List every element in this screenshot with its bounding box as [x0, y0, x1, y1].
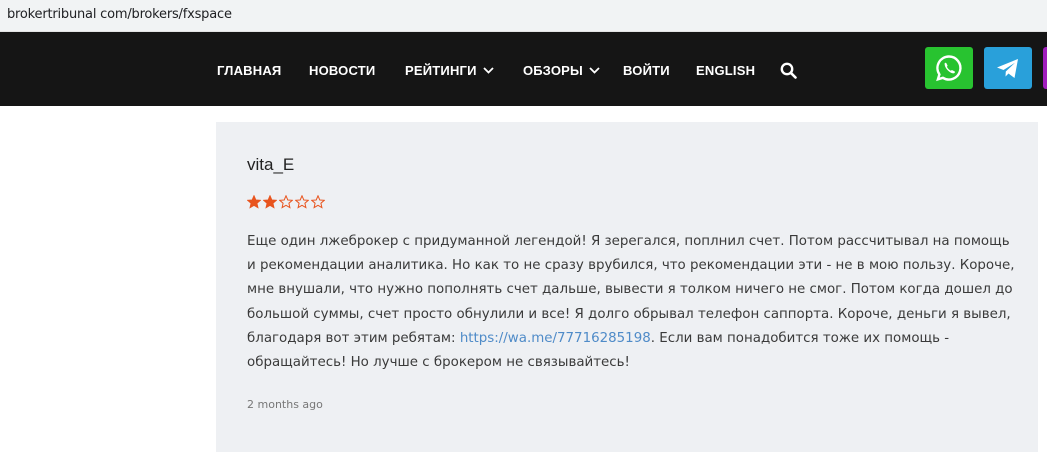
nav-item-home[interactable]: ГЛАВНАЯ [217, 63, 281, 79]
review-link[interactable]: https://wa.me/77716285198 [460, 331, 651, 346]
search-button[interactable] [780, 62, 797, 84]
nav-item-ratings[interactable]: РЕЙТИНГИ [405, 63, 494, 79]
search-icon [780, 62, 797, 79]
review-timestamp: 2 months ago [247, 398, 323, 411]
review-text-start: Еще один лжеброкер с придуманной легендо… [247, 234, 1015, 346]
address-bar[interactable]: brokertribunal com/brokers/fxspace [0, 0, 1047, 32]
star-filled-icon [263, 195, 277, 209]
star-empty-icon [295, 195, 309, 209]
nav-item-english[interactable]: ENGLISH [696, 63, 755, 79]
chevron-down-icon [589, 66, 600, 74]
review-author: vita_E [247, 155, 295, 174]
chevron-down-icon [483, 66, 494, 74]
telegram-icon [997, 59, 1018, 78]
whatsapp-icon [936, 55, 962, 82]
nav-item-login[interactable]: ВОЙТИ [623, 63, 670, 79]
star-filled-icon [247, 195, 261, 209]
nav-item-reviews[interactable]: ОБЗОРЫ [523, 63, 600, 79]
url-text: brokertribunal com/brokers/fxspace [7, 7, 232, 22]
star-empty-icon [311, 195, 325, 209]
star-empty-icon [279, 195, 293, 209]
review-text: Еще один лжеброкер с придуманной легендо… [247, 230, 1017, 375]
viber-button[interactable] [1043, 47, 1047, 89]
telegram-button[interactable] [984, 47, 1032, 89]
nav-item-news[interactable]: НОВОСТИ [309, 63, 375, 79]
review-card: vita_E Еще один лжеброкер с придуманной … [216, 122, 1038, 452]
nav-item-ratings-label: РЕЙТИНГИ [405, 63, 477, 78]
nav-item-reviews-label: ОБЗОРЫ [523, 63, 583, 78]
site-navbar: ГЛАВНАЯ НОВОСТИ РЕЙТИНГИ ОБЗОРЫ ВОЙТИ EN… [0, 32, 1047, 106]
whatsapp-button[interactable] [925, 47, 973, 89]
